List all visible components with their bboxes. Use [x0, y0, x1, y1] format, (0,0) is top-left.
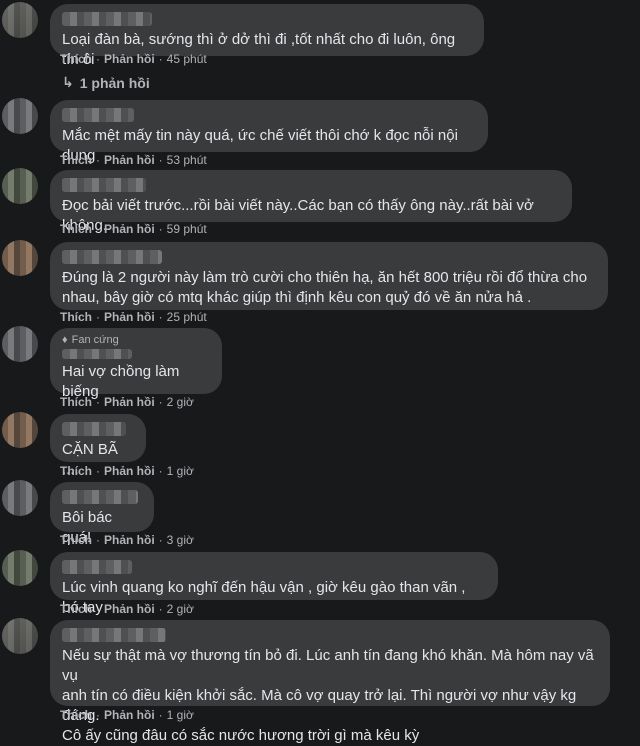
author-name[interactable] [62, 628, 166, 642]
reply-button[interactable]: Phản hồi [104, 708, 155, 722]
comment-time[interactable]: 1 giờ [167, 708, 194, 722]
comment-text: Đúng là 2 người này làm trò cười cho thi… [62, 269, 588, 306]
comment-actions: Thích · Phản hồi · 53 phút [60, 153, 207, 167]
author-name[interactable] [62, 560, 132, 574]
like-button[interactable]: Thích [60, 153, 92, 167]
author-name[interactable] [62, 422, 126, 436]
comment-actions: Thích · Phản hồi · 2 giờ [60, 395, 194, 409]
comment-actions: Thích · Phản hồi · 3 giờ [60, 533, 194, 547]
author-name[interactable] [62, 250, 162, 264]
avatar[interactable] [2, 550, 38, 586]
like-button[interactable]: Thích [60, 395, 92, 409]
avatar[interactable] [2, 98, 38, 134]
badge-label: Fan cứng [71, 334, 119, 346]
comment-actions: Thích · Phản hồi · 1 giờ [60, 708, 194, 722]
avatar[interactable] [2, 618, 38, 654]
reply-button[interactable]: Phản hồi [104, 222, 155, 236]
comment-time[interactable]: 3 giờ [167, 533, 194, 547]
reply-button[interactable]: Phản hồi [104, 464, 155, 478]
comment-time[interactable]: 25 phút [167, 310, 207, 324]
comment-bubble: ♦ Fan cứng Hai vợ chồng làm biếng [50, 328, 222, 400]
comment-actions: Thích · Phản hồi · 25 phút [60, 310, 207, 324]
avatar[interactable] [2, 326, 38, 362]
comment-time[interactable]: 1 giờ [167, 464, 194, 478]
like-button[interactable]: Thích [60, 222, 92, 236]
comment-bubble: Đọc bải viết trước...rồi bài viết này..C… [50, 170, 572, 234]
fan-badge: ♦ Fan cứng [62, 334, 210, 346]
comment-time[interactable]: 2 giờ [167, 395, 194, 409]
like-button[interactable]: Thích [60, 602, 92, 616]
author-name[interactable] [62, 12, 152, 26]
author-name[interactable] [62, 349, 132, 359]
reply-button[interactable]: Phản hồi [104, 153, 155, 167]
comment-bubble: Bôi bác quá! [50, 482, 154, 546]
avatar[interactable] [2, 480, 38, 516]
reply-button[interactable]: Phản hồi [104, 310, 155, 324]
avatar[interactable] [2, 412, 38, 448]
author-name[interactable] [62, 490, 138, 504]
diamond-icon: ♦ [62, 334, 68, 346]
comment-actions: Thích · Phản hồi · 59 phút [60, 222, 207, 236]
comment-bubble: Lúc vinh quang ko nghĩ đến hậu vận , giờ… [50, 552, 498, 616]
avatar[interactable] [2, 2, 38, 38]
comment-bubble: Mắc mệt mấy tin này quá, ức chế viết thô… [50, 100, 488, 164]
comment-bubble: Loại đàn bà, sướng thì ở dở thì đi ,tốt … [50, 4, 484, 68]
author-name[interactable] [62, 178, 146, 192]
reply-button[interactable]: Phản hồi [104, 52, 155, 66]
avatar[interactable] [2, 168, 38, 204]
comment-time[interactable]: 45 phút [167, 52, 207, 66]
reply-button[interactable]: Phản hồi [104, 395, 155, 409]
comment-actions: Thích · Phản hồi · 1 giờ [60, 464, 194, 478]
comment-text: Nếu sự thật mà vợ thương tín bỏ đi. Lúc … [62, 647, 594, 744]
like-button[interactable]: Thích [60, 464, 92, 478]
replies-count: 1 phản hồi [79, 74, 150, 91]
reply-button[interactable]: Phản hồi [104, 602, 155, 616]
avatar[interactable] [2, 240, 38, 276]
comment-actions: Thích · Phản hồi · 45 phút [60, 52, 207, 66]
like-button[interactable]: Thích [60, 310, 92, 324]
comment-actions: Thích · Phản hồi · 2 giờ [60, 602, 194, 616]
author-name[interactable] [62, 108, 134, 122]
comment-time[interactable]: 53 phút [167, 153, 207, 167]
reply-button[interactable]: Phản hồi [104, 533, 155, 547]
comment-bubble: Đúng là 2 người này làm trò cười cho thi… [50, 242, 608, 310]
reply-arrow-icon: ↳ [62, 74, 74, 90]
comment-bubble: Nếu sự thật mà vợ thương tín bỏ đi. Lúc … [50, 620, 610, 744]
like-button[interactable]: Thích [60, 533, 92, 547]
comment-time[interactable]: 2 giờ [167, 602, 194, 616]
view-replies-link[interactable]: ↳ 1 phản hồi [62, 74, 150, 91]
comment-time[interactable]: 59 phút [167, 222, 207, 236]
comment-bubble: CẶN BÃ .... [50, 414, 146, 478]
like-button[interactable]: Thích [60, 52, 92, 66]
like-button[interactable]: Thích [60, 708, 92, 722]
